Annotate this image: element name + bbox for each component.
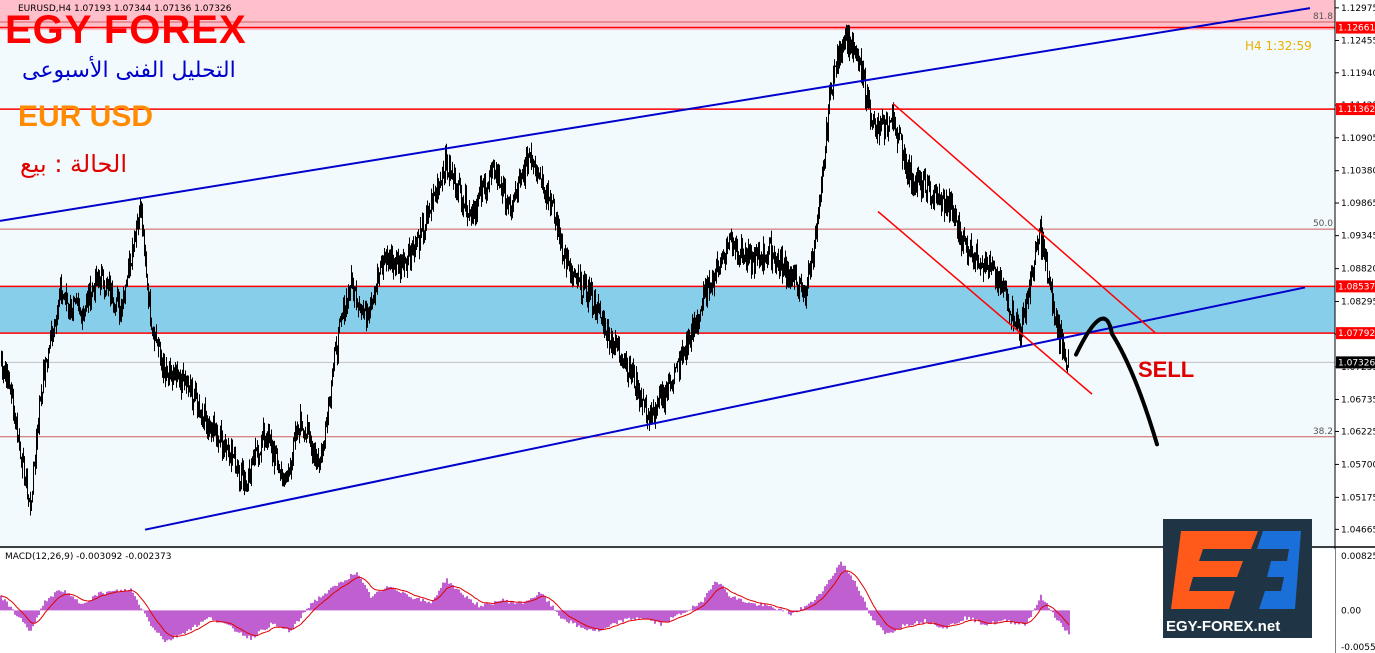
support-zone [0,286,1335,334]
level-box-label-1.08537: 1.08537 [1338,282,1375,292]
brand-title: EGY FOREX [5,8,247,52]
price-tick-label: 1.04665 [1341,525,1375,535]
level-box-label-1.12661: 1.12661 [1338,24,1375,34]
macd-tick-label: 0.00 [1341,606,1361,616]
price-tick-label: 1.10380 [1341,167,1375,177]
macd-panel-bg [0,549,1335,653]
currency-pair: EUR USD [18,100,154,133]
fib-label-38.2: 38.2 [1313,427,1333,437]
price-tick-label: 1.12975 [1341,4,1375,14]
price-tick-label: 1.06225 [1341,427,1375,437]
price-tick-label: 1.08295 [1341,298,1375,308]
price-tick-label: 1.12455 [1341,36,1375,46]
timeframe-timer: H4 1:32:59 [1245,39,1312,53]
logo-mark-icon [1171,531,1301,609]
price-tick-label: 1.05175 [1341,493,1375,503]
price-tick-label: 1.09345 [1341,232,1375,242]
level-box-label-1.07326: 1.07326 [1338,358,1375,368]
price-tick-label: 1.11940 [1341,69,1375,79]
macd-title: MACD(12,26,9) -0.003092 -0.002373 [5,552,172,562]
price-tick-label: 1.05700 [1341,460,1375,470]
chart-window: 81.850.038.21.129751.124551.119401.11425… [0,0,1375,653]
price-tick-label: 1.06735 [1341,395,1375,405]
price-tick-label: 1.08820 [1341,265,1375,275]
fib-label-50.0: 50.0 [1313,219,1333,229]
trade-status: الحالة : بيع [20,150,128,178]
macd-tick-label: -0.00554 [1341,643,1375,653]
price-tick-label: 1.09865 [1341,199,1375,209]
level-box-label-1.07792: 1.07792 [1338,329,1375,339]
price-candles [1,24,1069,516]
analysis-subtitle: التحليل الفنى الأسبوعى [22,58,236,83]
logo-site-text: EGY-FOREX.net [1166,618,1281,635]
level-box-label-1.11362: 1.11362 [1338,105,1375,115]
fib-label-81.8: 81.8 [1313,12,1333,22]
sell-label: SELL [1138,357,1195,382]
price-tick-label: 1.10905 [1341,134,1375,144]
macd-tick-label: 0.00825 [1341,552,1375,562]
